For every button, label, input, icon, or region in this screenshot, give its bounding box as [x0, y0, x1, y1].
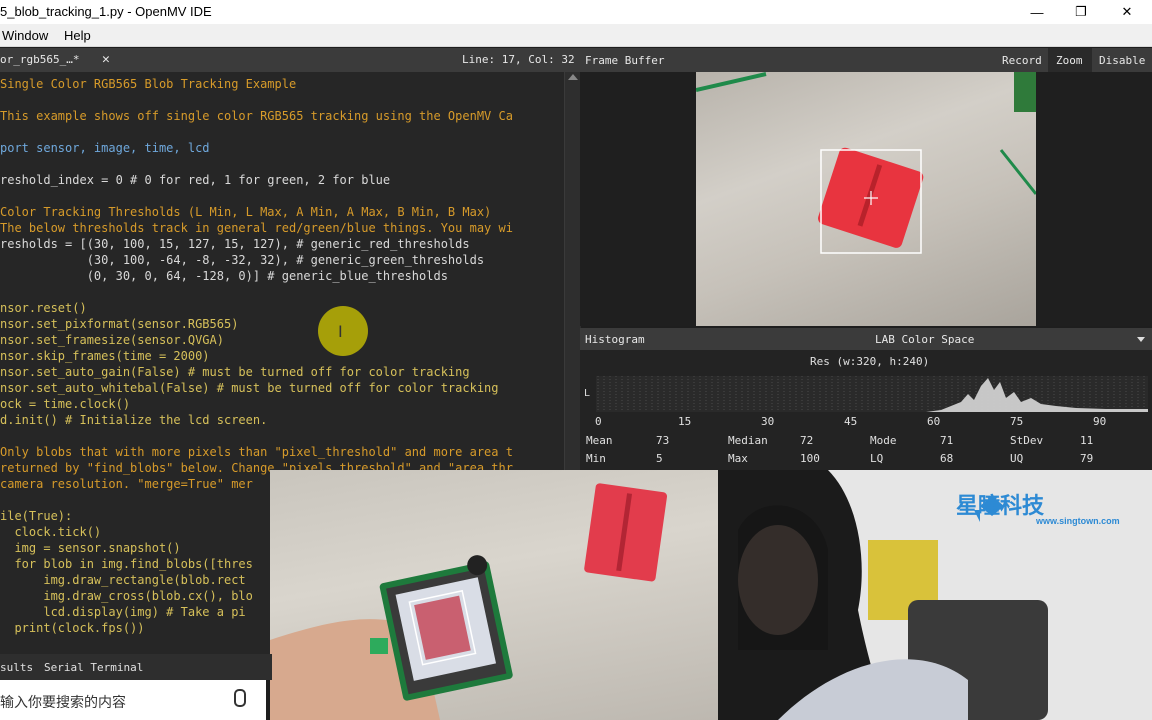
histogram-tick-label: 90	[1093, 415, 1107, 428]
framebuffer-header: Frame Buffer Record Zoom Disable	[580, 48, 1152, 72]
code-line[interactable]: img.draw_rectangle(blob.rect	[0, 572, 245, 588]
code-line[interactable]: Only blobs that with more pixels than "p…	[0, 444, 513, 460]
histogram-resolution: Res (w:320, h:240)	[810, 355, 930, 368]
cursor-position: Line: 17, Col: 32	[462, 53, 575, 66]
stat-label: Max	[728, 452, 748, 465]
stat-label: Mode	[870, 434, 897, 447]
code-line[interactable]: lcd.display(img) # Take a pi	[0, 604, 245, 620]
code-line[interactable]: Single Color RGB565 Blob Tracking Exampl…	[0, 76, 296, 92]
title-bar: 5_blob_tracking_1.py - OpenMV IDE — ❐ ✕	[0, 0, 1152, 24]
histogram-tick-label: 15	[678, 415, 692, 428]
demo-camera-left	[270, 470, 718, 720]
histogram-title: Histogram	[585, 333, 645, 346]
code-line[interactable]: nsor.set_framesize(sensor.QVGA)	[0, 332, 224, 348]
histogram-graph	[596, 376, 1148, 412]
demo-scene-left	[270, 483, 668, 720]
camera-scene	[696, 72, 1036, 254]
zoom-button[interactable]: Zoom	[1056, 54, 1083, 67]
taskbar-search-box[interactable]: 输入你要搜索的内容	[0, 680, 266, 720]
window-title: 5_blob_tracking_1.py - OpenMV IDE	[0, 4, 212, 19]
colorspace-select[interactable]: LAB Color Space	[875, 333, 974, 346]
green-wire-2	[999, 149, 1036, 195]
tab-search-results[interactable]: sults	[0, 661, 33, 674]
stat-value: 73	[656, 434, 670, 447]
histogram-tick-label: 45	[844, 415, 858, 428]
code-line[interactable]: Color Tracking Thresholds (L Min, L Max,…	[0, 204, 491, 220]
green-board	[1014, 72, 1036, 112]
histogram-header: Histogram LAB Color Space	[580, 328, 1152, 350]
search-placeholder: 输入你要搜索的内容	[0, 695, 126, 711]
maximize-button[interactable]: ❐	[1058, 0, 1104, 24]
code-line[interactable]: ock = time.clock()	[0, 396, 130, 412]
code-line[interactable]: The below thresholds track in general re…	[0, 220, 513, 236]
editor-tab-label[interactable]: or_rgb565_…*	[0, 53, 79, 66]
menu-window[interactable]: Window	[2, 28, 48, 43]
histogram-tick-label: 30	[761, 415, 775, 428]
histogram-tick-label: 60	[927, 415, 941, 428]
histogram-axis-label: L	[584, 388, 591, 399]
code-line[interactable]: (30, 100, -64, -8, -32, 32), # generic_g…	[0, 252, 484, 268]
menu-help[interactable]: Help	[64, 28, 91, 43]
stat-value: 11	[1080, 434, 1094, 447]
code-line[interactable]: nsor.set_pixformat(sensor.RGB565)	[0, 316, 238, 332]
close-tab-icon[interactable]: ✕	[102, 52, 110, 67]
code-line[interactable]: reshold_index = 0 # 0 for red, 1 for gre…	[0, 172, 390, 188]
mouse-highlight	[318, 306, 368, 356]
tab-serial-terminal[interactable]: Serial Terminal	[44, 661, 143, 674]
editor-tab-bar: or_rgb565_…* ✕ Line: 17, Col: 32	[0, 48, 580, 72]
stat-label: Mean	[586, 434, 613, 447]
menu-bar: Window Help	[0, 24, 1152, 47]
code-line[interactable]: port sensor, image, time, lcd	[0, 140, 210, 156]
stat-value: 72	[800, 434, 814, 447]
chevron-down-icon[interactable]	[1137, 337, 1145, 342]
watermark-url: www.singtown.com	[1036, 516, 1120, 526]
code-line[interactable]: img.draw_cross(blob.cx(), blo	[0, 588, 253, 604]
demo-scene-right	[718, 470, 1152, 720]
code-line[interactable]: d.init() # Initialize the lcd screen.	[0, 412, 267, 428]
histogram-panel: Res (w:320, h:240) L 0 15 30 45 60 75 90 Mean 7…	[580, 350, 1152, 472]
code-line[interactable]: nsor.skip_frames(time = 2000)	[0, 348, 210, 364]
minimize-button[interactable]: —	[1014, 0, 1060, 24]
code-line[interactable]: print(clock.fps())	[0, 620, 144, 636]
stat-label: UQ	[1010, 452, 1024, 465]
code-line[interactable]: (0, 30, 0, 64, -128, 0)] # generic_blue_…	[0, 268, 448, 284]
stat-label: Min	[586, 452, 606, 465]
histogram-tick-label: 75	[1010, 415, 1024, 428]
code-line[interactable]: This example shows off single color RGB5…	[0, 108, 513, 124]
code-line[interactable]: for blob in img.find_blobs([thres	[0, 556, 252, 572]
stat-value: 71	[940, 434, 954, 447]
stat-label: LQ	[870, 452, 884, 465]
scroll-up-icon[interactable]	[568, 74, 578, 80]
disable-button[interactable]: Disable	[1099, 54, 1145, 67]
stat-label: StDev	[1010, 434, 1044, 447]
stat-label: Median	[728, 434, 768, 447]
watermark-brand: 星瞳科技	[956, 494, 1045, 519]
code-line[interactable]: camera resolution. "merge=True" mer	[0, 476, 253, 492]
bottom-tab-bar: sults Serial Terminal	[0, 654, 272, 680]
green-wire	[696, 72, 767, 92]
code-line[interactable]: nsor.set_auto_gain(False) # must be turn…	[0, 364, 470, 380]
microphone-icon[interactable]	[234, 689, 246, 707]
close-button[interactable]: ✕	[1104, 0, 1150, 24]
stat-value: 68	[940, 452, 954, 465]
code-line[interactable]: clock.tick()	[0, 524, 101, 540]
stat-value: 5	[656, 452, 663, 465]
code-line[interactable]: img = sensor.snapshot()	[0, 540, 180, 556]
text-cursor-icon: I	[338, 322, 343, 341]
stat-value: 79	[1080, 452, 1094, 465]
code-line[interactable]: nsor.set_auto_whitebal(False) # must be …	[0, 380, 499, 396]
histogram-tick-label: 0	[595, 415, 602, 428]
stat-value: 100	[800, 452, 820, 465]
record-button[interactable]: Record	[1002, 54, 1042, 67]
camera-frame	[696, 72, 1036, 326]
code-line[interactable]: ile(True):	[0, 508, 72, 524]
code-line[interactable]: nsor.reset()	[0, 300, 87, 316]
code-line[interactable]: resholds = [(30, 100, 15, 127, 15, 127),…	[0, 236, 470, 252]
framebuffer-title: Frame Buffer	[585, 54, 665, 67]
demo-camera-right: 星瞳科技 www.singtown.com	[718, 470, 1152, 720]
